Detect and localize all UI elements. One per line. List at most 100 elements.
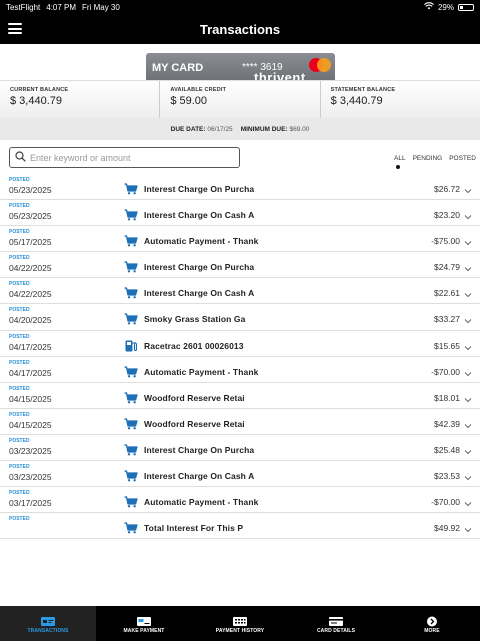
transaction-amount: $26.72 [434,184,460,194]
transaction-amount: $42.39 [434,418,460,429]
statement-balance-value: $ 3,440.79 [330,95,383,107]
transaction-row[interactable]: POSTED 04/15/2025 Woodford Reserve Retai $1… [0,383,480,409]
transaction-date: 03/23/2025 [9,472,52,483]
minimum-due-label: MINIMUM DUE: [240,125,288,133]
battery-icon [458,3,474,11]
transaction-amount: $23.20 [434,210,460,221]
chevron-down-icon[interactable] [464,182,472,194]
cart-icon [124,260,138,273]
cart-icon [124,521,138,534]
filter-posted[interactable]: POSTED [449,155,476,162]
transaction-status: POSTED [9,229,30,236]
transaction-description: Automatic Payment - Thank [144,366,259,377]
transaction-status: POSTED [9,516,30,523]
transaction-row[interactable]: POSTED 04/17/2025 Automatic Payment - Than… [0,357,480,383]
tab-payment-history[interactable]: PAYMENT HISTORY [192,606,288,641]
back-to-app-label[interactable]: TestFlight [6,3,40,12]
card-brand-logo: thrivent [254,70,306,80]
transaction-list: POSTED 05/23/2025 Interest Charge On Purch… [0,174,480,540]
search-input[interactable] [30,152,220,163]
chevron-down-icon[interactable] [464,286,472,298]
transaction-date: 05/23/2025 [9,211,52,222]
chevron-down-icon[interactable] [464,443,472,455]
transaction-amount: $15.65 [434,340,460,351]
transaction-amount: -$75.00 [431,236,460,247]
chevron-down-icon[interactable] [464,365,472,376]
tab-transactions[interactable]: TRANSACTIONS [0,606,96,641]
transaction-status: POSTED [9,359,30,366]
chevron-down-icon[interactable] [464,339,472,350]
transaction-row[interactable]: POSTED 04/17/2025 Racetrac 2601 00026013 $1… [0,331,480,357]
transaction-date: 04/22/2025 [9,289,52,300]
chevron-down-icon[interactable] [464,521,472,533]
cart-icon [124,208,138,221]
search-icon [15,149,26,167]
transaction-row[interactable]: POSTED 05/23/2025 Interest Charge On Cash … [0,200,480,227]
transaction-date: 03/23/2025 [9,445,52,456]
tab-label: TRANSACTIONS [27,627,69,634]
card-details-icon [328,614,344,626]
transaction-date: 04/15/2025 [9,419,52,430]
minimum-due-value: $69.00 [289,125,310,133]
cart-icon [124,312,138,325]
credit-card-image[interactable]: MY CARD **** 3619 thrivent [146,53,335,80]
chevron-down-icon[interactable] [464,417,472,429]
tab-card-details[interactable]: CARD DETAILS [288,606,384,641]
transaction-date: 04/20/2025 [9,315,52,326]
transaction-status: POSTED [9,411,30,418]
balances-bar: CURRENT BALANCE $ 3,440.79 AVAILABLE CRE… [0,80,480,118]
due-info: DUE DATE: 06/17/25 MINIMUM DUE: $69.00 [0,118,480,140]
transaction-row[interactable]: POSTED 04/15/2025 Woodford Reserve Retai $4… [0,409,480,435]
due-date-label: DUE DATE: [170,125,206,133]
chevron-down-icon[interactable] [464,208,472,220]
transaction-description: Interest Charge On Purcha [144,184,255,194]
transaction-row[interactable]: POSTED 03/17/2025 Automatic Payment - Than… [0,487,480,514]
transaction-row[interactable]: POSTED 04/20/2025 Smoky Grass Station Ga $3… [0,304,480,331]
transaction-row[interactable]: POSTED 04/22/2025 Interest Charge On Cash … [0,278,480,305]
cart-icon [124,443,138,456]
transaction-row[interactable]: POSTED 04/22/2025 Interest Charge On Purch… [0,252,480,279]
mastercard-logo-icon [309,58,331,72]
chevron-down-icon[interactable] [464,469,472,481]
menu-icon[interactable] [8,23,22,34]
chevron-down-icon[interactable] [464,234,472,246]
transaction-status: POSTED [9,177,30,183]
transaction-description: Racetrac 2601 00026013 [144,340,244,351]
tab-more[interactable]: MORE [384,606,480,641]
cart-icon [124,495,138,508]
chevron-down-icon[interactable] [464,495,472,507]
transaction-row[interactable]: POSTED Total Interest For This P $49.92 [0,513,480,540]
transaction-description: Interest Charge On Purcha [144,444,255,455]
transactions-icon [40,614,56,626]
current-balance: CURRENT BALANCE $ 3,440.79 [0,81,159,118]
chevron-down-icon[interactable] [464,391,472,402]
page-title: Transactions [199,21,281,37]
transaction-amount: $18.01 [434,392,460,403]
available-credit-label: AVAILABLE CREDIT [170,87,227,93]
bottom-tab-bar: TRANSACTIONS MAKE PAYMENT PAYMENT HISTOR… [0,606,480,641]
transaction-row[interactable]: POSTED 03/23/2025 Interest Charge On Purch… [0,435,480,462]
more-icon [424,614,440,626]
status-time: 4:07 PM [46,2,77,12]
transaction-row[interactable]: POSTED 05/17/2025 Automatic Payment - Than… [0,226,480,253]
transaction-row[interactable]: POSTED 05/23/2025 Interest Charge On Purch… [0,174,480,201]
chevron-down-icon[interactable] [464,260,472,272]
transaction-description: Interest Charge On Cash A [144,471,255,482]
payment-history-icon [232,614,248,626]
app-header: Transactions [0,14,480,44]
transaction-row[interactable]: POSTED 03/23/2025 Interest Charge On Cash … [0,461,480,488]
transaction-description: Smoky Grass Station Ga [144,314,246,325]
available-credit-value: $ 59.00 [170,95,208,107]
filter-pending[interactable]: PENDING [413,155,443,162]
card-name: MY CARD [152,62,204,74]
chevron-down-icon[interactable] [464,312,472,324]
search-box[interactable] [9,147,240,168]
cart-icon [124,469,138,482]
transaction-amount: -$70.00 [431,497,460,508]
due-date-value: 06/17/25 [207,125,233,133]
wifi-icon [423,2,434,12]
filter-all[interactable]: ALL [394,155,406,169]
tab-make-payment[interactable]: MAKE PAYMENT [96,606,192,641]
status-bar: TestFlight 4:07 PM Fri May 30 29% [0,0,480,14]
battery-percent: 29% [437,2,454,12]
